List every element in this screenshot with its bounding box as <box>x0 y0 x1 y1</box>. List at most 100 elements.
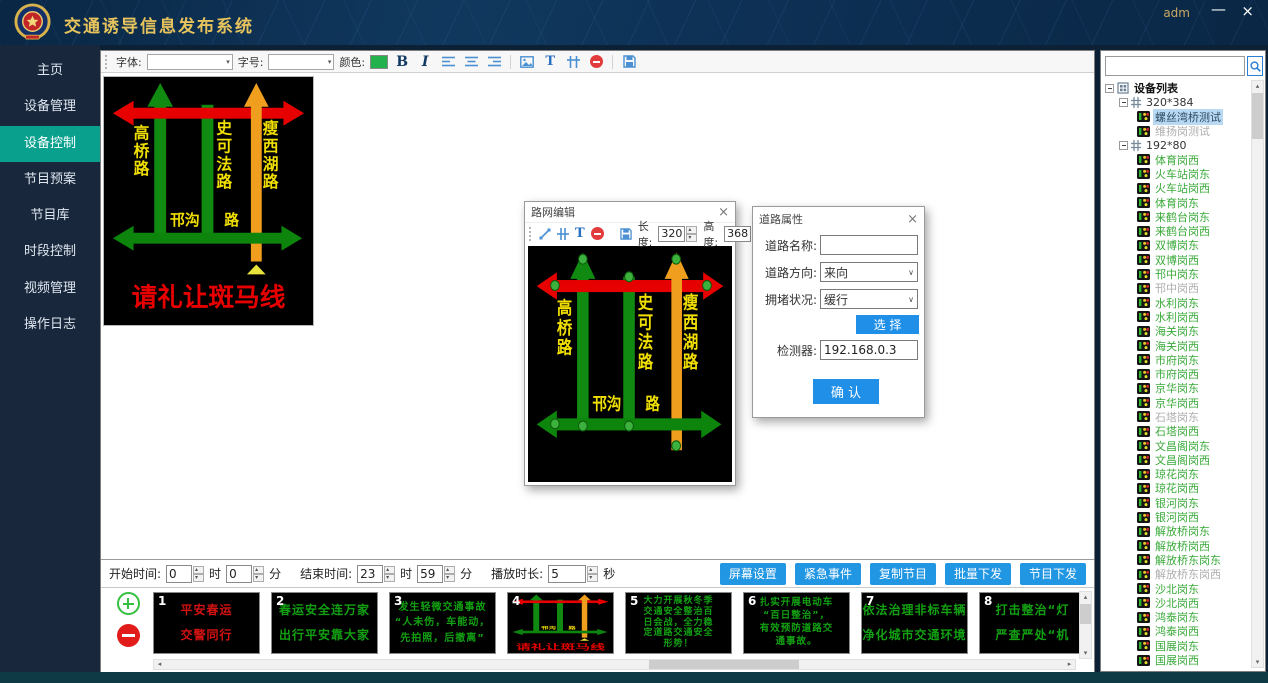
tree-row[interactable]: 国展岗东 <box>1103 639 1249 653</box>
tree-row[interactable]: 市府岗东 <box>1103 353 1249 367</box>
tree-row[interactable]: 鸿泰岗西 <box>1103 624 1249 638</box>
tree-row[interactable]: 石塔岗西 <box>1103 424 1249 438</box>
step-up-button[interactable] <box>253 566 264 574</box>
save-button[interactable] <box>620 53 638 71</box>
delete-button[interactable] <box>587 53 605 71</box>
remove-program-button[interactable] <box>117 624 140 647</box>
collapse-icon[interactable] <box>1119 141 1128 150</box>
step-up-button[interactable] <box>193 566 204 574</box>
step-up-button[interactable] <box>384 566 395 574</box>
scroll-left-arrow[interactable]: ◂ <box>154 660 165 669</box>
end-minute-input[interactable] <box>417 565 443 583</box>
program-tile[interactable]: 8 打击整治“灯 严查严处“机 <box>979 592 1086 654</box>
save-button[interactable] <box>620 225 632 243</box>
tree-row[interactable]: 海关岗东 <box>1103 324 1249 338</box>
tree-row[interactable]: 解放桥岗东 <box>1103 524 1249 538</box>
tree-row[interactable]: 海关岗西 <box>1103 338 1249 352</box>
action-button[interactable]: 节目下发 <box>1020 563 1086 585</box>
minimize-button[interactable]: — <box>1211 0 1226 18</box>
step-up-button[interactable] <box>686 226 697 234</box>
road-button[interactable] <box>564 53 582 71</box>
tree-row[interactable]: 京华岗东 <box>1103 381 1249 395</box>
tree-row[interactable]: 市府岗西 <box>1103 367 1249 381</box>
close-button[interactable]: × <box>1241 2 1254 20</box>
select-detector-button[interactable]: 选 择 <box>856 315 919 334</box>
collapse-icon[interactable] <box>1119 98 1128 107</box>
sidebar-item[interactable]: 视频管理 <box>0 271 100 307</box>
tree-row[interactable]: 320*384 <box>1103 95 1249 109</box>
device-search-input[interactable] <box>1105 56 1245 76</box>
road-name-input[interactable] <box>820 235 918 255</box>
tree-row[interactable]: 文昌阁岗东 <box>1103 438 1249 452</box>
dialog-title-bar[interactable]: 道路属性 × <box>753 207 924 231</box>
sidebar-item[interactable]: 主页 <box>0 53 100 89</box>
step-down-button[interactable] <box>686 234 697 242</box>
action-button[interactable]: 紧急事件 <box>795 563 861 585</box>
draw-line-button[interactable] <box>539 225 551 243</box>
program-tile[interactable]: 3 发生轻微交通事故 “人未伤，车能动， 先拍照，后撤离” <box>389 592 496 654</box>
close-icon[interactable]: × <box>907 213 918 226</box>
color-swatch[interactable] <box>370 55 388 69</box>
font-select[interactable]: ▾ <box>147 54 233 70</box>
add-program-button[interactable] <box>117 592 140 615</box>
scrollbar-thumb[interactable] <box>1080 604 1091 624</box>
tree-row[interactable]: 邗中岗东 <box>1103 267 1249 281</box>
end-hour-input[interactable] <box>357 565 383 583</box>
congestion-select[interactable]: 缓行 ∨ <box>820 289 918 309</box>
tree-row[interactable]: 螺丝湾桥测试 <box>1103 110 1249 124</box>
program-tile[interactable]: 5 大力开展秋冬季 交通安全整治百 日会战，全力稳 定道路交通安全 形势！ <box>625 592 732 654</box>
road-direction-select[interactable]: 来向 ∨ <box>820 262 918 282</box>
tree-row[interactable]: 水利岗东 <box>1103 295 1249 309</box>
program-tile[interactable]: 4 <box>507 592 614 654</box>
tree-row[interactable]: 琼花岗西 <box>1103 481 1249 495</box>
road-draw-button[interactable] <box>557 225 569 243</box>
tree-row[interactable]: 解放桥东岗西 <box>1103 567 1249 581</box>
sidebar-item[interactable]: 设备控制 <box>0 126 100 162</box>
tree-row[interactable]: 解放桥岗西 <box>1103 539 1249 553</box>
delete-button[interactable] <box>591 225 604 243</box>
close-icon[interactable]: × <box>718 206 729 219</box>
italic-button[interactable]: I <box>416 53 434 71</box>
sidebar-item[interactable]: 节目库 <box>0 198 100 234</box>
text-button[interactable]: T <box>575 225 585 243</box>
tree-row[interactable]: 石塔岗东 <box>1103 410 1249 424</box>
start-minute-input[interactable] <box>226 565 252 583</box>
scrollbar-thumb[interactable] <box>1252 93 1263 139</box>
tree-row[interactable]: 京华岗西 <box>1103 396 1249 410</box>
action-button[interactable]: 屏幕设置 <box>720 563 786 585</box>
user-name[interactable]: adm <box>1163 6 1190 20</box>
program-tile[interactable]: 7 依法治理非标车辆 净化城市交通环境 <box>861 592 968 654</box>
bold-button[interactable]: B <box>393 53 411 71</box>
tree-row[interactable]: 银河岗西 <box>1103 510 1249 524</box>
tree-row[interactable]: 水利岗西 <box>1103 310 1249 324</box>
tree-row[interactable]: 体育岗东 <box>1103 195 1249 209</box>
step-down-button[interactable] <box>193 574 204 582</box>
length-input[interactable] <box>658 226 685 242</box>
tree-row[interactable]: 琼花岗东 <box>1103 467 1249 481</box>
height-input[interactable] <box>724 226 751 242</box>
tree-row[interactable]: 192*80 <box>1103 138 1249 152</box>
scroll-right-arrow[interactable]: ▸ <box>1064 660 1075 669</box>
scrollbar-thumb[interactable] <box>649 660 799 669</box>
start-hour-input[interactable] <box>166 565 192 583</box>
align-right-button[interactable] <box>485 53 503 71</box>
tree-row[interactable]: 鸿泰岗东 <box>1103 610 1249 624</box>
tree-row[interactable]: 维扬岗测试 <box>1103 124 1249 138</box>
step-down-button[interactable] <box>384 574 395 582</box>
collapse-icon[interactable] <box>1105 84 1114 93</box>
program-tile[interactable]: 2 春运安全连万家 出行平安靠大家 <box>271 592 378 654</box>
program-tile[interactable]: 6 扎实开展电动车 “百日整治”， 有效预防道路交 通事故。 <box>743 592 850 654</box>
step-down-button[interactable] <box>253 574 264 582</box>
tree-row[interactable]: 火车站岗东 <box>1103 167 1249 181</box>
led-display-preview[interactable]: 高桥路 史可法路 瘦西湖路 邗沟 路 请礼让斑马线 <box>103 76 314 326</box>
size-select[interactable]: ▾ <box>268 54 334 70</box>
duration-input[interactable] <box>548 565 586 583</box>
tree-row[interactable]: 设备列表 <box>1103 81 1249 95</box>
tree-row[interactable]: 银河岗东 <box>1103 496 1249 510</box>
step-up-button[interactable] <box>444 566 455 574</box>
step-down-button[interactable] <box>587 574 598 582</box>
tree-row[interactable]: 来鹤台岗西 <box>1103 224 1249 238</box>
tree-row[interactable]: 沙北岗东 <box>1103 581 1249 595</box>
playlist-vertical-scrollbar[interactable]: ▴ ▾ <box>1079 591 1092 659</box>
action-button[interactable]: 批量下发 <box>945 563 1011 585</box>
